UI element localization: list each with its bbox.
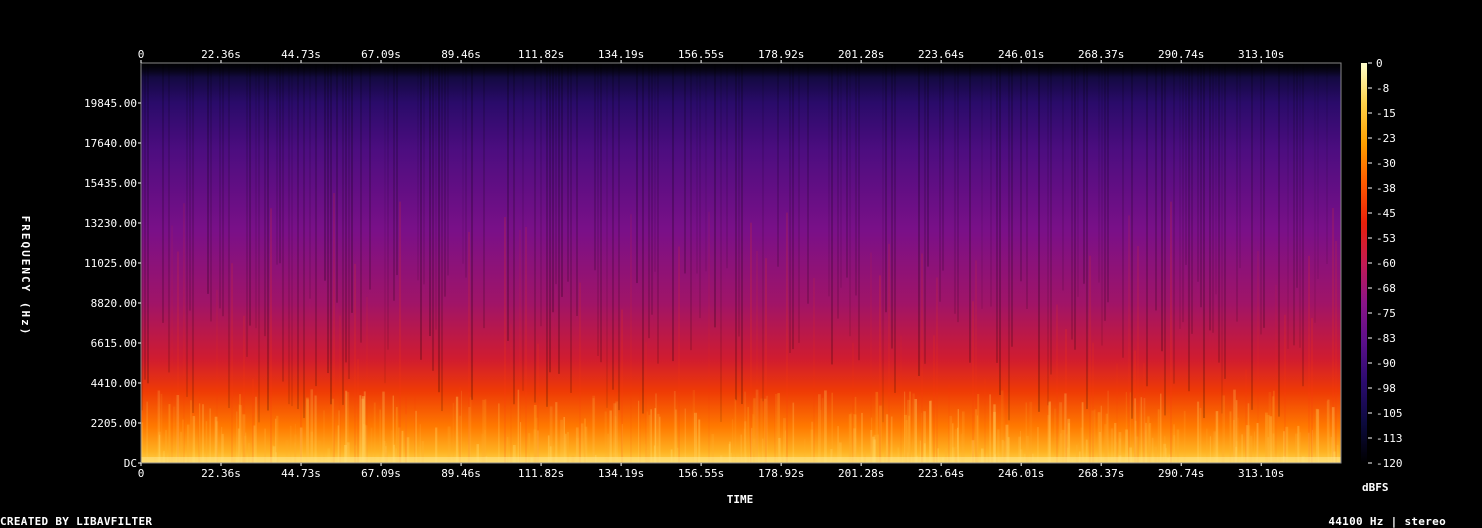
x-tick-label: 223.64s (918, 467, 964, 480)
x-tick-label: 246.01s (998, 467, 1044, 480)
x-tick-label-top: 268.37s (1078, 48, 1124, 61)
y-axis-label: FREQUENCY (Hz) (19, 216, 32, 337)
x-tick-label: 156.55s (678, 467, 724, 480)
x-tick-label-top: 201.28s (838, 48, 884, 61)
colorbar-tick-label: -90 (1376, 357, 1396, 370)
colorbar-tick-label: -83 (1376, 332, 1396, 345)
y-tick-label: DC (124, 457, 137, 470)
y-tick-label: 13230.00 (84, 217, 137, 230)
x-tick-label-top: 313.10s (1238, 48, 1284, 61)
colorbar-tick-label: -38 (1376, 182, 1396, 195)
x-tick-label: 201.28s (838, 467, 884, 480)
x-tick-label: 111.82s (518, 467, 564, 480)
x-tick-label: 134.19s (598, 467, 644, 480)
colorbar-tick-label: -68 (1376, 282, 1396, 295)
y-tick-label: 2205.00 (91, 417, 137, 430)
spectrogram-chart: 0 0 22.36s 22.36s 44.73s 44.73s 67.09s 67.09s 89… (19, 48, 1403, 506)
x-tick-label: 178.92s (758, 467, 804, 480)
x-tick-label-top: 67.09s (361, 48, 401, 61)
colorbar: 0 -8 -15 -23 -30 -38 -45 -53 -60 -68 -75 -83 -90 -98 -… (1361, 57, 1403, 470)
x-tick-label-top: 246.01s (998, 48, 1044, 61)
y-tick-label: 8820.00 (91, 297, 137, 310)
x-tick-label-top: 178.92s (758, 48, 804, 61)
footer-audio-info: 44100 Hz | stereo (1328, 515, 1446, 528)
x-tick-label: 89.46s (441, 467, 481, 480)
y-tick-label: 15435.00 (84, 177, 137, 190)
colorbar-tick-label: -120 (1376, 457, 1403, 470)
colorbar-tick-label: -30 (1376, 157, 1396, 170)
colorbar-tick-label: -8 (1376, 82, 1389, 95)
x-tick-label: 0 (138, 467, 145, 480)
x-tick-label: 290.74s (1158, 467, 1204, 480)
y-tick-label: 17640.00 (84, 137, 137, 150)
y-tick-label: 6615.00 (91, 337, 137, 350)
x-tick-label-top: 89.46s (441, 48, 481, 61)
colorbar-tick-label: -15 (1376, 107, 1396, 120)
x-tick-label-top: 223.64s (918, 48, 964, 61)
colorbar-label: dBFS (1362, 481, 1389, 494)
x-tick-label-top: 290.74s (1158, 48, 1204, 61)
x-tick-label: 268.37s (1078, 467, 1124, 480)
colorbar-tick-label: -75 (1376, 307, 1396, 320)
x-tick-label-top: 44.73s (281, 48, 321, 61)
colorbar-tick-label: -113 (1376, 432, 1403, 445)
colorbar-tick-label: -45 (1376, 207, 1396, 220)
colorbar-tick-label: -105 (1376, 407, 1403, 420)
x-tick-label-top: 134.19s (598, 48, 644, 61)
colorbar-tick-label: 0 (1376, 57, 1383, 70)
x-tick-label: 44.73s (281, 467, 321, 480)
y-tick-label: 4410.00 (91, 377, 137, 390)
x-tick-label: 22.36s (201, 467, 241, 480)
x-tick-label: 313.10s (1238, 467, 1284, 480)
x-tick-label-top: 0 (138, 48, 145, 61)
y-tick-label: 19845.00 (84, 97, 137, 110)
colorbar-tick-label: -60 (1376, 257, 1396, 270)
colorbar-tick-label: -98 (1376, 382, 1396, 395)
x-tick-label-top: 156.55s (678, 48, 724, 61)
x-tick-label: 67.09s (361, 467, 401, 480)
spectrogram-figure: 0 0 22.36s 22.36s 44.73s 44.73s 67.09s 67.09s 89… (0, 0, 1482, 528)
spectrogram-plot (140, 62, 1342, 464)
colorbar-tick-label: -23 (1376, 132, 1396, 145)
x-tick-label-top: 22.36s (201, 48, 241, 61)
footer-credit: CREATED BY LIBAVFILTER (0, 515, 153, 528)
x-tick-label-top: 111.82s (518, 48, 564, 61)
colorbar-tick-label: -53 (1376, 232, 1396, 245)
y-tick-label: 11025.00 (84, 257, 137, 270)
colorbar-gradient (1361, 63, 1367, 463)
x-axis-label: TIME (727, 493, 754, 506)
